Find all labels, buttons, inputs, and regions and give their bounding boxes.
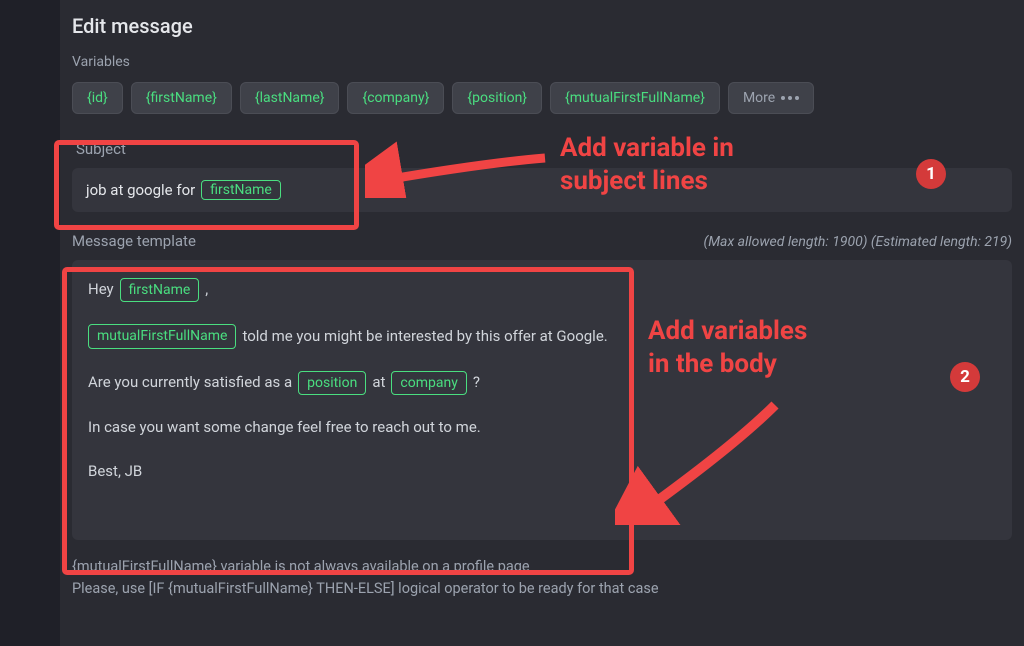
variable-chip-position[interactable]: {position}	[452, 82, 542, 114]
more-variables-button[interactable]: More	[728, 82, 814, 114]
subject-input[interactable]: job at google for firstName	[72, 168, 1012, 212]
template-meta-row: Message template (Max allowed length: 19…	[72, 232, 1012, 250]
subject-variable-pill[interactable]: firstName	[201, 180, 281, 200]
variable-chip-mutualfirstfullname[interactable]: {mutualFirstFullName}	[550, 82, 720, 114]
message-template-label: Message template	[72, 232, 196, 250]
body-text: In case you want some change feel free t…	[88, 417, 481, 439]
variable-chip-id[interactable]: {id}	[72, 82, 123, 114]
body-text: ,	[205, 279, 208, 301]
editor-line: Are you currently satisfied as a positio…	[88, 371, 996, 395]
editor-line: mutualFirstFullName told me you might be…	[88, 324, 996, 348]
footer-note: {mutualFirstFullName} variable is not al…	[72, 556, 1012, 601]
variable-chip-firstname[interactable]: {firstName}	[131, 82, 232, 114]
body-text: Hey	[88, 279, 114, 301]
variable-chip-company[interactable]: {company}	[347, 82, 444, 114]
body-variable-pill-firstname[interactable]: firstName	[120, 278, 200, 302]
page-title: Edit message	[72, 14, 1012, 38]
left-gutter	[0, 0, 60, 646]
ellipsis-icon	[781, 96, 799, 100]
body-text: at	[372, 372, 385, 394]
body-variable-pill-company[interactable]: company	[391, 371, 466, 395]
edit-message-panel: Edit message Variables {id} {firstName} …	[60, 0, 1024, 601]
editor-line: Hey firstName ,	[88, 278, 996, 302]
body-text: ?	[473, 372, 480, 394]
variables-label: Variables	[72, 54, 1012, 70]
variable-chips-row: {id} {firstName} {lastName} {company} {p…	[72, 82, 1012, 114]
message-template-editor[interactable]: Hey firstName , mutualFirstFullName told…	[72, 260, 1012, 540]
subject-text: job at google for	[86, 181, 195, 199]
body-variable-pill-mutual[interactable]: mutualFirstFullName	[88, 324, 236, 348]
footer-line-2: Please, use [IF {mutualFirstFullName} TH…	[72, 578, 1012, 600]
body-text: told me you might be interested by this …	[242, 326, 607, 348]
body-variable-pill-position[interactable]: position	[298, 371, 366, 395]
footer-line-1: {mutualFirstFullName} variable is not al…	[72, 556, 1012, 578]
body-text: Are you currently satisfied as a	[88, 372, 292, 394]
editor-line: Best, JB	[88, 461, 996, 483]
editor-line: In case you want some change feel free t…	[88, 417, 996, 439]
subject-label: Subject	[72, 140, 1012, 158]
length-counter: (Max allowed length: 1900) (Estimated le…	[704, 234, 1012, 250]
variable-chip-lastname[interactable]: {lastName}	[240, 82, 340, 114]
subject-field-block: Subject job at google for firstName	[72, 140, 1012, 212]
body-text: Best, JB	[88, 461, 142, 483]
more-label: More	[743, 90, 775, 106]
